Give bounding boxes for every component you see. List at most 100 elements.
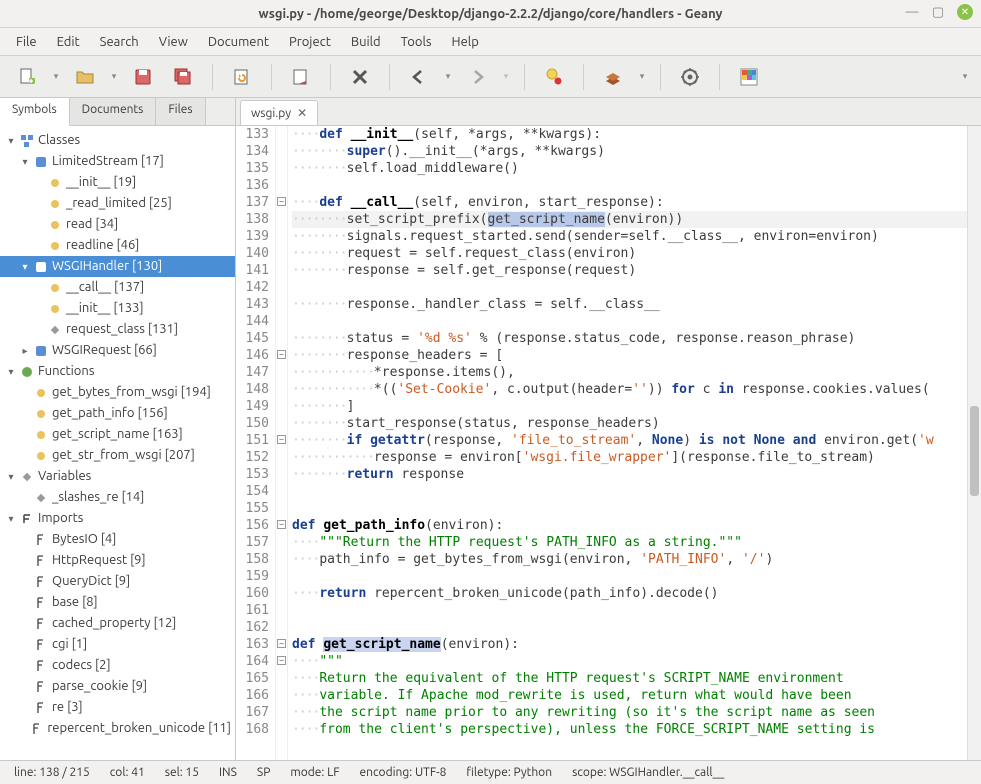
- minimize-icon[interactable]: —: [905, 5, 919, 19]
- tab-symbols[interactable]: Symbols: [0, 98, 70, 126]
- back-dropdown-icon[interactable]: ▾: [442, 61, 454, 93]
- save-all-icon[interactable]: [166, 61, 200, 93]
- tree-ls-readlimited[interactable]: _read_limited [25]: [0, 193, 235, 214]
- status-sel: sel: 15: [165, 766, 199, 779]
- status-ftype[interactable]: filetype: Python: [466, 766, 552, 779]
- menu-search[interactable]: Search: [92, 31, 147, 53]
- tree-fn-getpath[interactable]: get_path_info [156]: [0, 403, 235, 424]
- tree-label: parse_cookie [9]: [52, 676, 147, 697]
- menu-edit[interactable]: Edit: [49, 31, 88, 53]
- tree-label: get_path_info [156]: [52, 403, 168, 424]
- tree-imports[interactable]: ▾Imports: [0, 508, 235, 529]
- tree-label: Variables: [38, 466, 91, 487]
- menu-document[interactable]: Document: [200, 31, 277, 53]
- status-ins[interactable]: INS: [219, 766, 237, 779]
- open-file-dropdown-icon[interactable]: ▾: [108, 61, 120, 93]
- tree-label: base [8]: [52, 592, 98, 613]
- status-enc[interactable]: encoding: UTF-8: [360, 766, 447, 779]
- symbol-tree[interactable]: ▾Classes ▾LimitedStream [17] __init__ [1…: [0, 126, 235, 760]
- tree-imp-bytesio[interactable]: BytesIO [4]: [0, 529, 235, 550]
- tree-label: _read_limited [25]: [66, 193, 172, 214]
- tree-imp-querydict[interactable]: QueryDict [9]: [0, 571, 235, 592]
- tree-imp-base[interactable]: base [8]: [0, 592, 235, 613]
- tree-label: read [34]: [66, 214, 118, 235]
- tree-label: Imports: [38, 508, 83, 529]
- tree-ls-read[interactable]: read [34]: [0, 214, 235, 235]
- tree-imp-cgi[interactable]: cgi [1]: [0, 634, 235, 655]
- compile-icon[interactable]: [537, 61, 571, 93]
- new-file-dropdown-icon[interactable]: ▾: [50, 61, 62, 93]
- open-file-icon[interactable]: [68, 61, 102, 93]
- toolbar-overflow-icon[interactable]: ▾: [959, 61, 971, 93]
- tree-fn-getscript[interactable]: get_script_name [163]: [0, 424, 235, 445]
- tree-ls-init[interactable]: __init__ [19]: [0, 172, 235, 193]
- reload-icon[interactable]: [225, 61, 259, 93]
- maximize-icon[interactable]: ▢: [931, 5, 945, 19]
- file-tab-close-icon[interactable]: ✕: [297, 106, 307, 120]
- tree-label: get_bytes_from_wsgi [194]: [52, 382, 211, 403]
- cancel-icon[interactable]: [343, 61, 377, 93]
- color-chooser-icon[interactable]: [732, 61, 766, 93]
- tree-limitedstream[interactable]: ▾LimitedStream [17]: [0, 151, 235, 172]
- menu-view[interactable]: View: [151, 31, 196, 53]
- tree-label: __call__ [137]: [66, 277, 144, 298]
- tree-fn-getbytes[interactable]: get_bytes_from_wsgi [194]: [0, 382, 235, 403]
- status-line: line: 138 / 215: [14, 766, 90, 779]
- tree-imp-re[interactable]: re [3]: [0, 697, 235, 718]
- tree-wsgirequest[interactable]: ▸WSGIRequest [66]: [0, 340, 235, 361]
- window-titlebar: wsgi.py - /home/george/Desktop/django-2.…: [0, 0, 981, 28]
- run-icon[interactable]: [673, 61, 707, 93]
- status-mode[interactable]: mode: LF: [290, 766, 339, 779]
- tree-label: get_str_from_wsgi [207]: [52, 445, 195, 466]
- build-dropdown-icon[interactable]: ▾: [636, 61, 648, 93]
- menu-help[interactable]: Help: [444, 31, 487, 53]
- status-sp[interactable]: SP: [257, 766, 270, 779]
- file-tabs: wsgi.py ✕: [236, 98, 981, 126]
- close-icon[interactable]: ✕: [957, 4, 973, 20]
- tree-ls-readline[interactable]: readline [46]: [0, 235, 235, 256]
- tree-wh-init[interactable]: __init__ [133]: [0, 298, 235, 319]
- tree-functions[interactable]: ▾Functions: [0, 361, 235, 382]
- build-icon[interactable]: [596, 61, 630, 93]
- forward-icon[interactable]: [460, 61, 494, 93]
- tree-label: LimitedStream [17]: [52, 151, 164, 172]
- fold-column[interactable]: −−−−−−: [276, 126, 288, 760]
- menu-tools[interactable]: Tools: [393, 31, 440, 53]
- close-file-icon[interactable]: [284, 61, 318, 93]
- window-title: wsgi.py - /home/george/Desktop/django-2.…: [259, 7, 723, 21]
- tree-label: request_class [131]: [66, 319, 178, 340]
- tree-wh-call[interactable]: __call__ [137]: [0, 277, 235, 298]
- save-icon[interactable]: [126, 61, 160, 93]
- tree-label: __init__ [19]: [66, 172, 136, 193]
- file-tab-wsgi[interactable]: wsgi.py ✕: [240, 100, 318, 125]
- tree-imp-cached[interactable]: cached_property [12]: [0, 613, 235, 634]
- tree-variables[interactable]: ▾Variables: [0, 466, 235, 487]
- new-file-icon[interactable]: [10, 61, 44, 93]
- tab-files[interactable]: Files: [156, 98, 205, 125]
- tree-imp-codecs[interactable]: codecs [2]: [0, 655, 235, 676]
- tree-var-slashes[interactable]: _slashes_re [14]: [0, 487, 235, 508]
- tree-label: repercent_broken_unicode [11]: [47, 718, 231, 739]
- toolbar: ▾ ▾ ▾ ▾ ▾ ▾: [0, 56, 981, 98]
- tree-label: codecs [2]: [52, 655, 111, 676]
- vertical-scrollbar[interactable]: [967, 126, 981, 760]
- menu-build[interactable]: Build: [343, 31, 389, 53]
- back-icon[interactable]: [402, 61, 436, 93]
- code-content[interactable]: ····def __init__(self, *args, **kwargs):…: [288, 126, 967, 760]
- tree-classes[interactable]: ▾Classes: [0, 130, 235, 151]
- tree-label: re [3]: [52, 697, 83, 718]
- tree-label: Classes: [38, 130, 80, 151]
- forward-dropdown-icon[interactable]: ▾: [500, 61, 512, 93]
- tree-label: _slashes_re [14]: [52, 487, 144, 508]
- tree-wh-reqclass[interactable]: request_class [131]: [0, 319, 235, 340]
- menubar: File Edit Search View Document Project B…: [0, 28, 981, 56]
- tree-imp-parse[interactable]: parse_cookie [9]: [0, 676, 235, 697]
- tab-documents[interactable]: Documents: [70, 98, 157, 125]
- tree-wsgihandler[interactable]: ▾WSGIHandler [130]: [0, 256, 235, 277]
- menu-file[interactable]: File: [8, 31, 45, 53]
- menu-project[interactable]: Project: [281, 31, 339, 53]
- tree-imp-httpreq[interactable]: HttpRequest [9]: [0, 550, 235, 571]
- editor-area[interactable]: 1331341351361371381391401411421431441451…: [236, 126, 981, 760]
- tree-imp-repercent[interactable]: repercent_broken_unicode [11]: [0, 718, 235, 739]
- tree-fn-getstr[interactable]: get_str_from_wsgi [207]: [0, 445, 235, 466]
